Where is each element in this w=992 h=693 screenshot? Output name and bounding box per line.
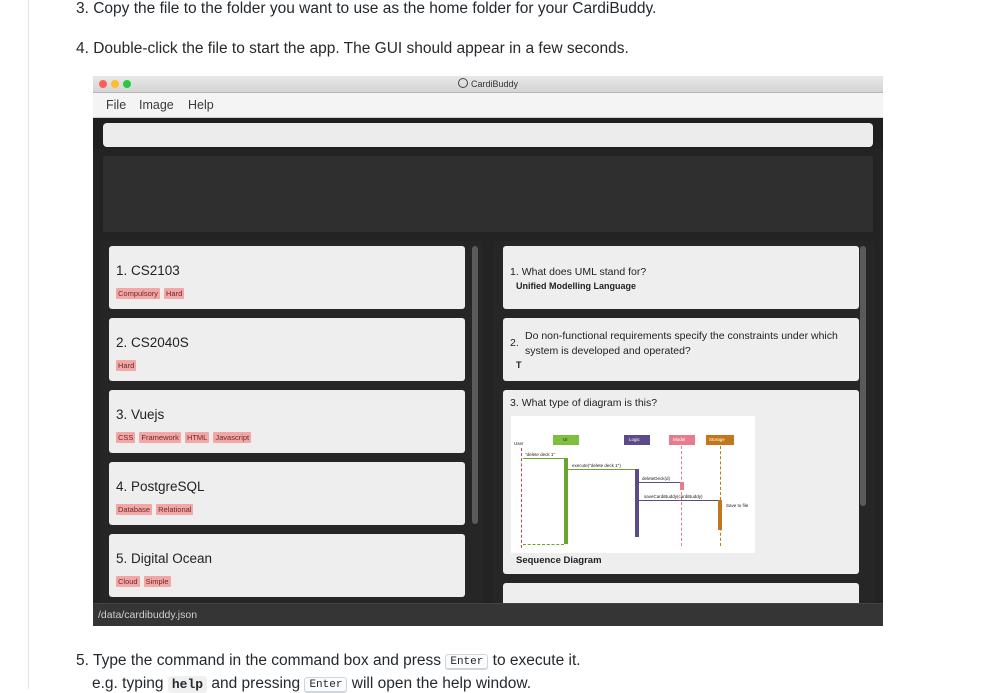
diagram-logic-label: Logic: [629, 437, 640, 442]
diagram-message-line: [568, 469, 635, 470]
deck-name: 3. Vuejs: [116, 407, 165, 422]
command-area: [93, 118, 883, 149]
diagram-message-line: [523, 458, 564, 459]
deck-tag: CSS: [116, 432, 136, 443]
flashcard-list-panel: 1. What does UML stand for? Unified Mode…: [494, 241, 874, 603]
flashcard-number: 3.: [510, 397, 519, 409]
deck-card[interactable]: 2. CS2040S Hard: [109, 318, 465, 381]
flashcard-question-line-2: system is developed and operated?: [525, 345, 691, 357]
diagram-message-line: [639, 482, 680, 483]
window-title-text: CardiBuddy: [470, 79, 519, 89]
example-suffix: will open the help window.: [351, 675, 532, 692]
diagram-model-box: Model: [669, 435, 695, 445]
deck-tag: Simple: [143, 576, 171, 587]
example-text: e.g. typing help and pressing Enter will…: [92, 675, 531, 693]
deck-card[interactable]: 3. Vuejs CSS Framework HTML Javascript: [109, 390, 465, 453]
step-4-text: 4. Double-click the file to start the ap…: [76, 40, 629, 57]
example-mid: and pressing: [211, 675, 301, 692]
flashcard-number: 2.: [510, 337, 519, 349]
diagram-storage-activation: [718, 500, 722, 530]
diagram-ui-box: UI: [553, 435, 579, 445]
flashcard-list-scrollbar[interactable]: [860, 246, 866, 506]
diagram-return-line: [523, 544, 564, 545]
diagram-message-line: [639, 500, 718, 501]
flashcard-answer: Sequence Diagram: [516, 555, 602, 566]
menu-image[interactable]: Image: [139, 98, 174, 112]
diagram-ui-activation: [564, 458, 568, 544]
diagram-user-lifeline: [521, 448, 522, 548]
sequence-diagram-image: User UI Logic Model Storage "delete deck…: [511, 416, 755, 553]
flashcard-question-line-1: Do non-functional requirements specify t…: [525, 330, 838, 342]
example-prefix: e.g. typing: [92, 675, 164, 692]
diagram-message-delete: "delete deck 1": [525, 452, 555, 457]
menu-help[interactable]: Help: [188, 98, 214, 112]
flashcard-number: 1.: [510, 266, 519, 278]
result-display: [103, 156, 873, 232]
diagram-storage-lifeline: [720, 446, 721, 546]
app-screenshot-window: CardiBuddy File Image Help 1. CS2103 Com…: [93, 76, 883, 626]
diagram-storage-label: Storage: [709, 437, 725, 442]
deck-card[interactable]: 5. Digital Ocean Cloud Simple: [109, 534, 465, 597]
deck-tag: Compulsory: [116, 288, 161, 299]
app-logo-icon: [457, 78, 468, 88]
status-file-path: /data/cardibuddy.json: [98, 609, 198, 621]
deck-tag: Hard: [116, 360, 137, 371]
flashcard-question: What type of diagram is this?: [521, 397, 658, 409]
deck-name: 1. CS2103: [116, 263, 180, 278]
step-5-suffix: to execute it.: [492, 652, 581, 669]
deck-card[interactable]: 1. CS2103 Compulsory Hard: [109, 246, 465, 309]
deck-list-scrollbar[interactable]: [472, 246, 478, 524]
help-command-code: help: [167, 676, 208, 693]
window-titlebar: CardiBuddy: [93, 76, 883, 93]
deck-name: 4. PostgreSQL: [116, 479, 205, 494]
status-bar: /data/cardibuddy.json: [93, 603, 883, 626]
deck-tag: Relational: [156, 504, 194, 515]
flashcard-card[interactable]: [503, 583, 859, 603]
deck-list-panel: 1. CS2103 Compulsory Hard 2. CS2040S Hard…: [100, 241, 482, 603]
diagram-logic-activation: [635, 469, 639, 537]
deck-tag: Cloud: [116, 576, 140, 587]
diagram-message-deletedeck: deleteDeck(d): [642, 476, 671, 481]
diagram-logic-box: Logic: [624, 435, 650, 445]
content-left-border: [28, 0, 29, 689]
deck-tag: Hard: [164, 288, 185, 299]
flashcard-card[interactable]: 2. Do non-functional requirements specif…: [503, 318, 859, 381]
menu-bar: File Image Help: [93, 93, 883, 118]
deck-tag: Database: [116, 504, 153, 515]
command-input[interactable]: [103, 123, 873, 147]
diagram-storage-box: Storage: [706, 435, 734, 445]
step-5-text: 5. Type the command in the command box a…: [76, 652, 581, 670]
deck-name: 2. CS2040S: [116, 335, 189, 350]
deck-tag: HTML: [184, 432, 210, 443]
flashcard-card[interactable]: 3. What type of diagram is this? User UI…: [503, 390, 859, 574]
flashcard-answer: Unified Modelling Language: [516, 281, 636, 291]
step-5-prefix: 5. Type the command in the command box a…: [76, 652, 442, 669]
step-3-text: 3. Copy the file to the folder you want …: [76, 0, 657, 17]
flashcard-question: What does UML stand for?: [521, 266, 647, 278]
diagram-message-save: saveCardiBuddy(cardiBuddy): [644, 494, 703, 499]
flashcard-answer: T: [516, 360, 522, 370]
deck-card[interactable]: 4. PostgreSQL Database Relational: [109, 462, 465, 525]
diagram-message-savefile: Save to file: [726, 503, 749, 508]
diagram-ui-label: UI: [563, 437, 568, 442]
diagram-message-execute: execute("delete deck 1"): [572, 463, 621, 468]
deck-tag: Javascript: [213, 432, 252, 443]
menu-file[interactable]: File: [106, 98, 126, 112]
deck-name: 5. Digital Ocean: [116, 551, 213, 566]
enter-key: Enter: [445, 654, 489, 670]
flashcard-card[interactable]: 1. What does UML stand for? Unified Mode…: [503, 246, 859, 309]
enter-key: Enter: [304, 677, 348, 693]
window-title: CardiBuddy: [93, 78, 883, 89]
diagram-user-label: User: [514, 441, 524, 446]
deck-tag: Framework: [139, 432, 181, 443]
diagram-model-label: Model: [673, 437, 686, 442]
diagram-model-activation: [680, 482, 684, 490]
